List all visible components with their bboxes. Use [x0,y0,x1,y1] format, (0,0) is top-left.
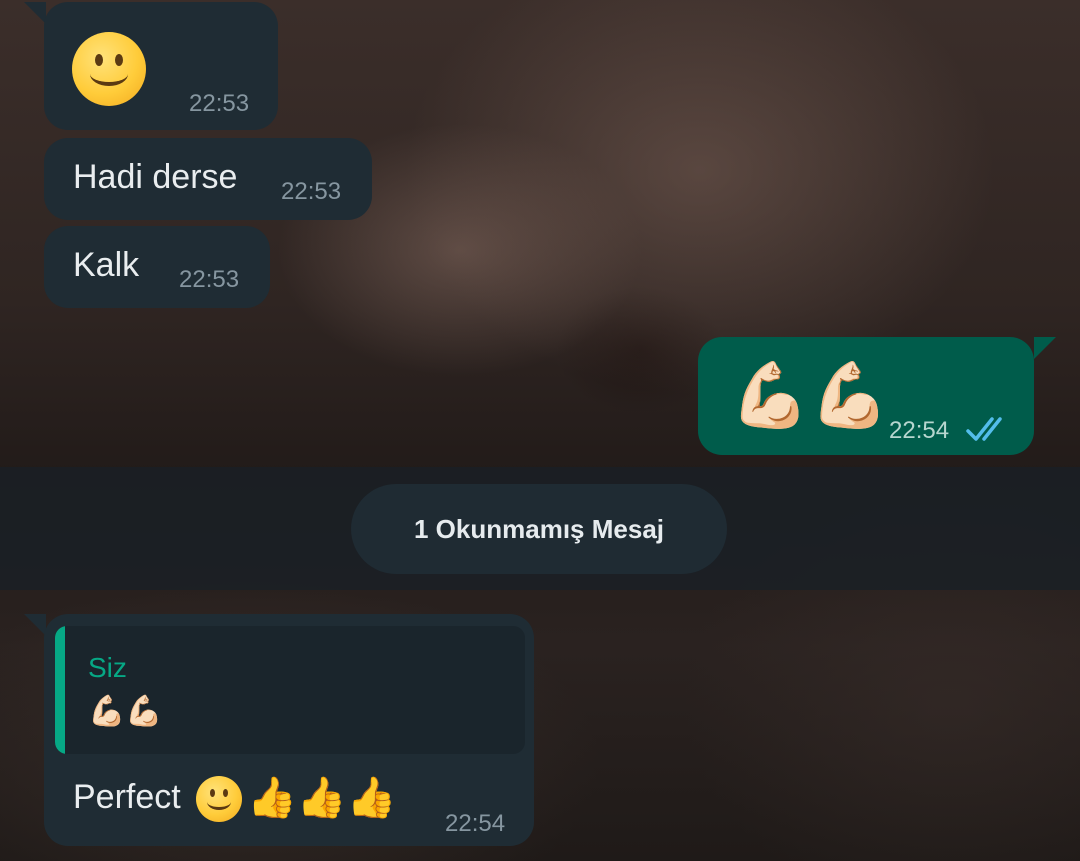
slightly-smiling-face-icon [72,32,146,106]
message-timestamp: 22:53 [179,266,240,293]
slightly-smiling-face-icon [196,776,242,822]
message-bubble-incoming[interactable]: Hadi derse 22:53 [44,138,372,220]
message-timestamp: 22:54 [889,417,950,444]
message-timestamp: 22:54 [445,810,506,837]
flexed-biceps-emoji: 💪🏻💪🏻 [730,359,890,431]
message-bubble-incoming[interactable]: Kalk 22:53 [44,226,270,308]
message-text: Perfect [73,778,181,816]
unread-messages-badge: 1 Okunmamış Mesaj [351,484,727,574]
message-text: Hadi derse [73,158,238,196]
message-timestamp: 22:53 [281,178,342,205]
quote-accent-bar [55,626,65,754]
thumbs-up-emoji: 👍👍👍 [247,776,397,820]
message-bubble-incoming-reply[interactable]: Siz 💪🏻💪🏻 Perfect 👍👍👍 22:54 [44,614,534,846]
bubble-tail [24,614,46,636]
bubble-tail [24,2,46,24]
quote-author: Siz [88,652,127,683]
double-check-read-icon [966,417,1002,441]
message-bubble-outgoing[interactable]: 💪🏻💪🏻 22:54 [698,337,1034,455]
quote-text: 💪🏻💪🏻 [88,695,163,728]
quoted-message[interactable]: Siz 💪🏻💪🏻 [55,626,525,754]
message-text: Kalk [73,246,140,284]
message-timestamp: 22:53 [189,90,250,117]
bubble-tail [1034,337,1056,359]
message-bubble-incoming[interactable]: 22:53 [44,2,278,130]
